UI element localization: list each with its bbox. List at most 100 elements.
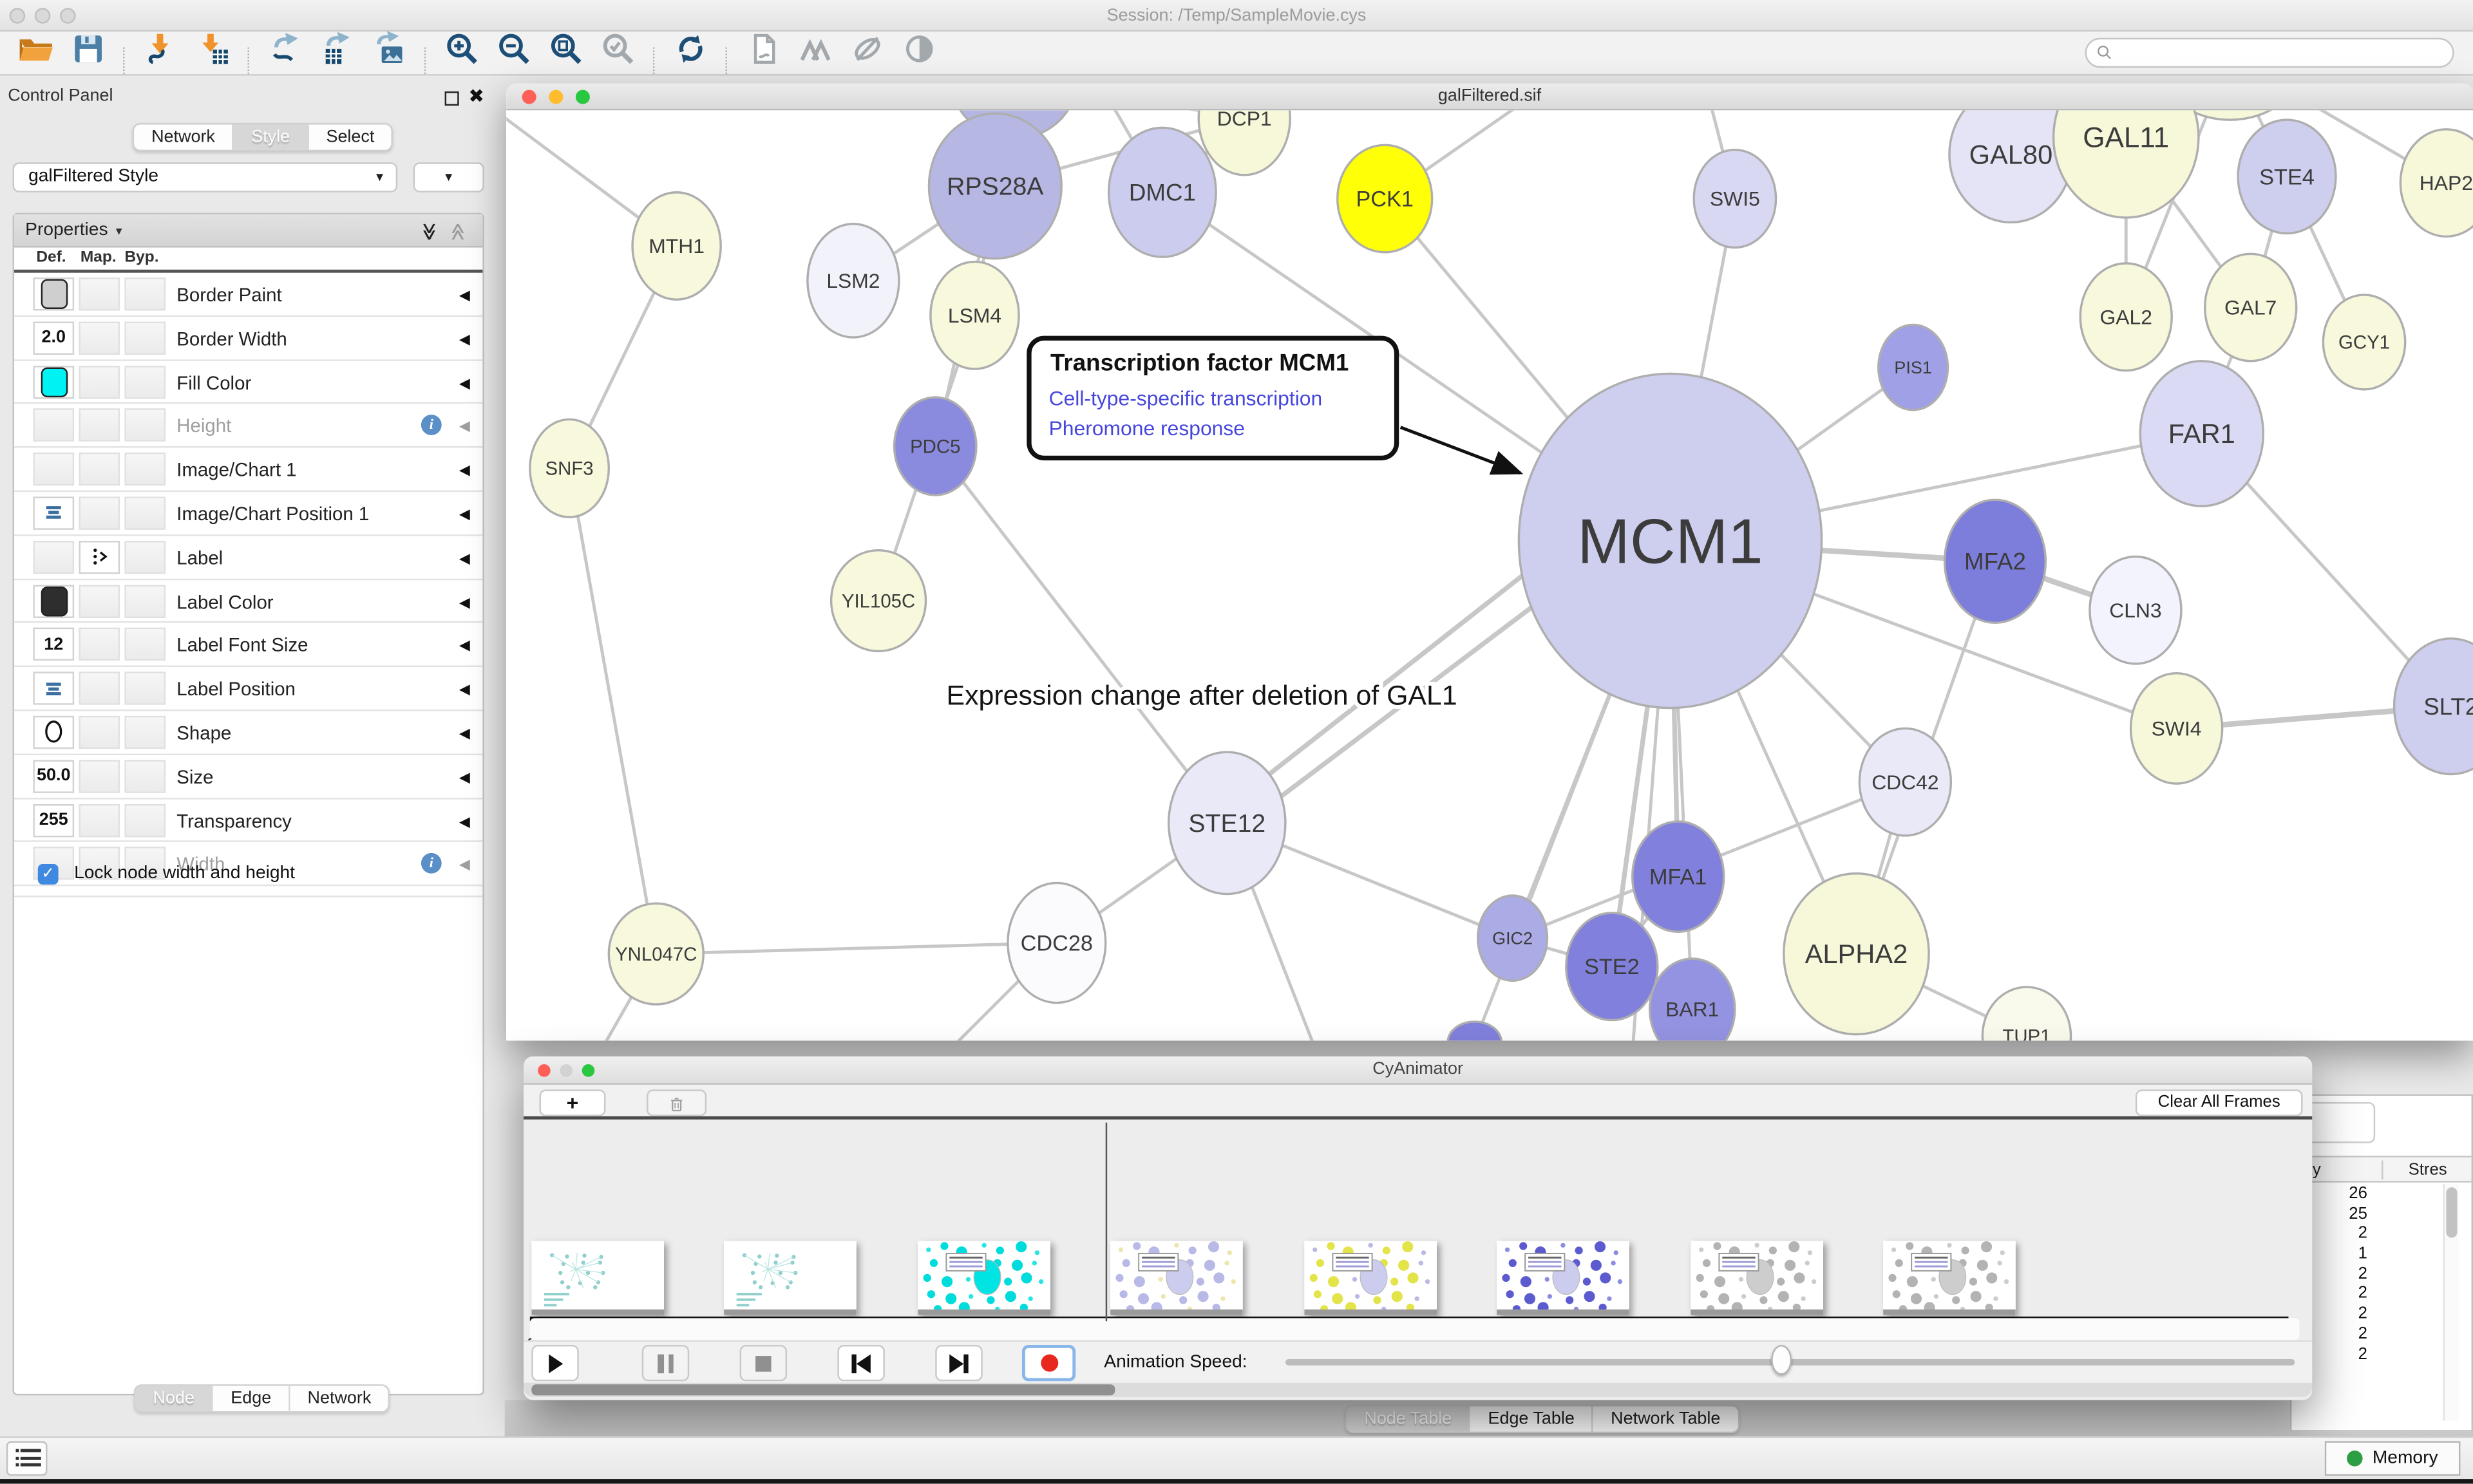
annotation-box[interactable]: Transcription factor MCM1 Cell-type-spec… [1027,336,1399,460]
collapse-all-icon[interactable]: ≪ [442,223,473,241]
network-node-swi4[interactable]: SWI4 [2131,673,2222,784]
default-value-cell[interactable] [33,277,74,310]
network-node-lsm4[interactable]: LSM4 [931,262,1019,370]
default-value-cell[interactable] [33,672,74,705]
add-frame-button[interactable]: + [540,1089,606,1116]
bypass-cell[interactable] [124,585,166,617]
task-history-button[interactable] [6,1441,48,1476]
property-row-size[interactable]: 50.0Size◀ [14,755,482,798]
mapping-cell[interactable] [79,540,120,573]
tab-style[interactable]: Style [234,124,308,149]
memory-button[interactable]: Memory [2325,1441,2461,1476]
frame-thumbnail-2[interactable] [918,1241,1050,1315]
import-network-icon[interactable] [139,30,182,69]
default-value-cell[interactable]: 2.0 [33,321,74,354]
mapping-cell[interactable] [79,365,120,398]
default-value-cell[interactable] [33,409,74,442]
property-row-fill-color[interactable]: Fill Color◀ [14,361,482,404]
network-canvas[interactable]: RPS28ADMC1DCP1PCK1SWI5MTH1LSM2LSM4SNF3PD… [506,110,2473,1040]
network-node-ste4[interactable]: STE4 [2238,120,2336,233]
network-edge[interactable] [656,943,1057,953]
frame-thumbnail-7[interactable] [1883,1241,2016,1315]
float-panel-icon[interactable] [445,91,459,106]
open-session-icon[interactable] [14,30,57,69]
table-row[interactable]: 26 [2291,1184,2436,1204]
table-row[interactable]: 2 [2291,1304,2436,1324]
default-value-cell[interactable] [33,453,74,485]
tab-node-table[interactable]: Node Table [1347,1406,1470,1431]
delete-frame-button[interactable] [647,1089,706,1116]
network-node-bar1[interactable]: BAR1 [1650,959,1735,1040]
scrollbar-thumb[interactable] [531,1384,1115,1395]
bypass-cell[interactable] [124,716,166,749]
mapping-cell[interactable] [79,496,120,529]
network-node-pis1[interactable]: PIS1 [1879,324,1948,409]
close-icon[interactable] [522,90,536,104]
expand-row-icon[interactable]: ◀ [459,681,470,699]
expand-row-icon[interactable]: ◀ [459,287,470,305]
bypass-cell[interactable] [124,277,166,310]
network-node-yil105c[interactable]: YIL105C [831,550,926,652]
network-node-cln3[interactable]: CLN3 [2090,556,2181,664]
horizontal-scrollbar[interactable] [524,1383,2312,1397]
properties-header[interactable]: Properties▾ ≫ ≪ [14,214,482,247]
property-row-label-color[interactable]: Label Color◀ [14,579,482,623]
network-node-mth1[interactable]: MTH1 [632,193,721,300]
mapping-cell[interactable] [79,453,120,485]
search-input[interactable] [2085,38,2454,68]
property-row-label[interactable]: Label◀ [14,536,482,579]
bypass-cell[interactable] [124,803,166,836]
annotation-link[interactable]: Cell-type-specific transcription [1049,386,1323,410]
default-value-cell[interactable] [33,585,74,617]
default-value-cell[interactable]: 50.0 [33,760,74,793]
vertical-scrollbar[interactable] [2443,1184,2458,1420]
frame-thumbnail-3[interactable] [1111,1241,1244,1315]
export-image-icon[interactable] [368,30,410,69]
zoom-in-icon[interactable] [440,30,482,69]
network-node-snf3[interactable]: SNF3 [530,419,609,517]
network-edge[interactable] [935,446,1227,823]
clone-network-icon[interactable] [741,30,784,69]
table-row[interactable]: 25 [2291,1204,2436,1224]
network-edge[interactable] [569,468,656,953]
expand-row-icon[interactable]: ◀ [459,725,470,742]
expand-row-icon[interactable]: ◀ [459,769,470,787]
property-row-label-font-size[interactable]: 12Label Font Size◀ [14,623,482,667]
scrollbar-thumb[interactable] [2446,1187,2457,1237]
mapping-cell[interactable] [79,409,120,442]
network-node-hap2[interactable]: HAP2 [2400,129,2473,237]
expand-row-icon[interactable]: ◀ [459,637,470,655]
expand-all-icon[interactable]: ≫ [413,223,445,241]
network-node-cdc42[interactable]: CDC42 [1859,728,1951,836]
mapping-cell[interactable] [79,321,120,354]
property-row-transparency[interactable]: 255Transparency◀ [14,799,482,843]
property-row-border-paint[interactable]: Border Paint◀ [14,273,482,317]
frame-thumbnail-5[interactable] [1497,1241,1630,1315]
window-close-icon[interactable] [10,8,25,23]
tab-node[interactable]: Node [136,1386,214,1411]
expand-row-icon[interactable]: ◀ [459,331,470,348]
animator-timeline[interactable]: 0123456789Seconds [524,1123,2312,1324]
expand-row-icon[interactable]: ◀ [459,813,470,831]
zoom-selected-icon[interactable] [596,30,639,69]
zoom-fit-icon[interactable] [544,30,587,69]
expand-row-icon[interactable]: ◀ [459,594,470,611]
network-node-ynl047c[interactable]: YNL047C [609,903,703,1004]
mapping-cell[interactable] [79,803,120,836]
window-minimize-icon[interactable] [35,8,50,23]
expand-row-icon[interactable]: ◀ [459,418,470,436]
table-row[interactable]: 2 [2291,1224,2436,1244]
skip-start-button[interactable] [837,1345,884,1381]
property-row-image-chart-1[interactable]: Image/Chart 1◀ [14,448,482,492]
save-session-icon[interactable] [66,30,109,69]
property-row-shape[interactable]: Shape◀ [14,711,482,755]
property-row-height[interactable]: Heighti◀ [14,404,482,448]
network-node-mcm1[interactable]: MCM1 [1519,373,1821,708]
window-zoom-icon[interactable] [60,8,75,23]
network-node-gal11[interactable]: GAL11 [2054,110,2199,218]
property-row-border-width[interactable]: 2.0Border Width◀ [14,317,482,361]
annotation-link[interactable]: Pheromone response [1049,417,1245,440]
expand-row-icon[interactable]: ◀ [459,550,470,567]
frame-thumbnail-0[interactable] [531,1241,664,1315]
table-row[interactable]: 2 [2291,1284,2436,1304]
